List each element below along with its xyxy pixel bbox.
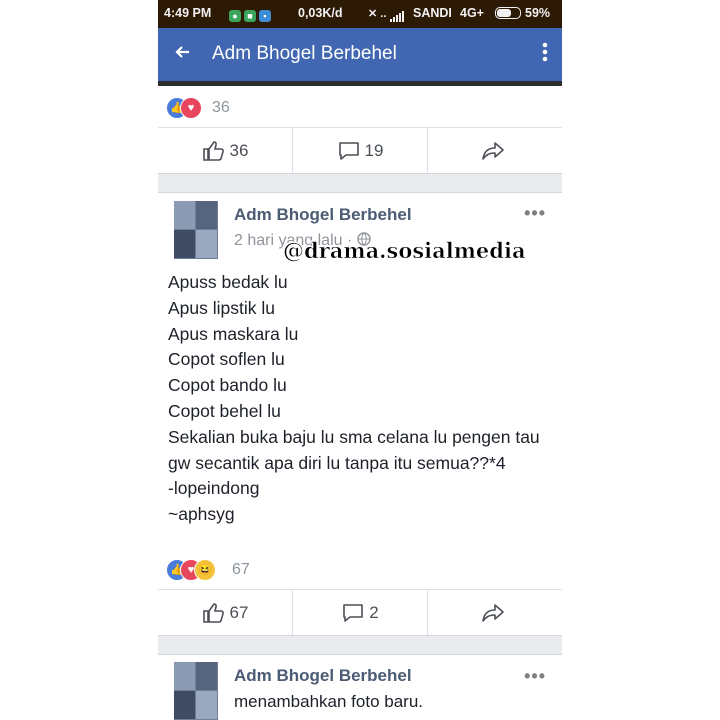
post-author[interactable]: Adm Bhogel Berbehel — [234, 666, 412, 686]
status-time: 4:49 PM — [164, 6, 212, 20]
horizontal-dots-icon[interactable]: ••• — [524, 666, 546, 687]
share-button[interactable] — [428, 128, 562, 174]
comment-icon — [343, 604, 364, 622]
reaction-count[interactable]: 36 — [212, 99, 230, 117]
author-avatar[interactable] — [174, 662, 218, 720]
share-icon — [482, 604, 504, 622]
like-button[interactable]: 67 — [158, 590, 292, 636]
feed-separator — [158, 635, 562, 655]
app-bar: Adm Bhogel Berbehel — [158, 28, 562, 81]
post-line: Apus lipstik lu — [168, 297, 275, 318]
reaction-count[interactable]: 67 — [232, 561, 250, 579]
post-line: Copot bando lu — [168, 375, 287, 396]
share-button[interactable] — [428, 590, 562, 636]
feed-separator — [158, 173, 562, 193]
photo-edge — [158, 81, 562, 86]
message-icon: ■ — [244, 10, 256, 22]
phone-screen: 4:49 PM ● ■ ▪ 0,03K/d ✕ .. SANDI 4G+ 59% A… — [158, 0, 562, 720]
comment-icon — [338, 142, 359, 160]
mute-icon: ✕ .. — [368, 8, 387, 20]
carrier-name: SANDI — [413, 6, 452, 20]
action-bar: 36 19 — [158, 127, 562, 174]
network-type: 4G+ — [460, 6, 484, 20]
author-avatar[interactable] — [174, 201, 218, 259]
post-line: ~aphsyg — [168, 504, 235, 525]
post-line: Copot behel lu — [168, 400, 281, 421]
haha-reaction-icon: 😆 — [194, 559, 216, 581]
signal-icon — [390, 7, 405, 22]
like-count: 36 — [229, 141, 249, 160]
post-line: Apuss bedak lu — [168, 272, 288, 292]
app-notification-icon: ▪ — [259, 10, 271, 22]
watermark: @drama.sosialmedia — [283, 238, 526, 264]
status-bar: 4:49 PM ● ■ ▪ 0,03K/d ✕ .. SANDI 4G+ 59% — [158, 0, 562, 28]
battery-level: 59% — [525, 6, 551, 20]
comment-button[interactable]: 19 — [293, 128, 427, 174]
post-line: Copot soflen lu — [168, 349, 285, 370]
reaction-icons[interactable]: 👍 ♥ — [166, 97, 212, 119]
page-title: Adm Bhogel Berbehel — [212, 43, 397, 64]
thumbs-up-icon — [202, 141, 224, 161]
battery: 59% — [495, 6, 550, 20]
love-reaction-icon: ♥ — [180, 97, 202, 119]
reaction-icons[interactable]: 👍 ♥ 😆 — [166, 559, 232, 581]
post-line: Apus maskara lu — [168, 323, 299, 344]
action-bar: 67 2 — [158, 589, 562, 636]
share-icon — [482, 142, 504, 160]
post-text: Apuss bedak lu Apus lipstik lu Apus mask… — [168, 270, 552, 528]
notification-icons: ● ■ ▪ — [226, 6, 271, 22]
vertical-dots-icon[interactable] — [542, 41, 548, 69]
like-count: 67 — [229, 603, 249, 622]
arrow-left-icon[interactable] — [174, 41, 190, 67]
comment-button[interactable]: 2 — [293, 590, 427, 636]
battery-icon — [495, 7, 521, 19]
network-speed: 0,03K/d — [298, 6, 343, 20]
post-author[interactable]: Adm Bhogel Berbehel — [234, 205, 412, 225]
bbm-icon: ● — [229, 10, 241, 22]
horizontal-dots-icon[interactable]: ••• — [524, 203, 546, 224]
like-button[interactable]: 36 — [158, 128, 292, 174]
comment-count: 19 — [364, 141, 384, 160]
post-action: menambahkan foto baru. — [234, 692, 424, 711]
post-line: -lopeindong — [168, 478, 260, 499]
thumbs-up-icon — [202, 603, 224, 623]
post-line: Sekalian buka baju lu sma celana lu peng… — [168, 426, 540, 473]
comment-count: 2 — [369, 603, 379, 622]
